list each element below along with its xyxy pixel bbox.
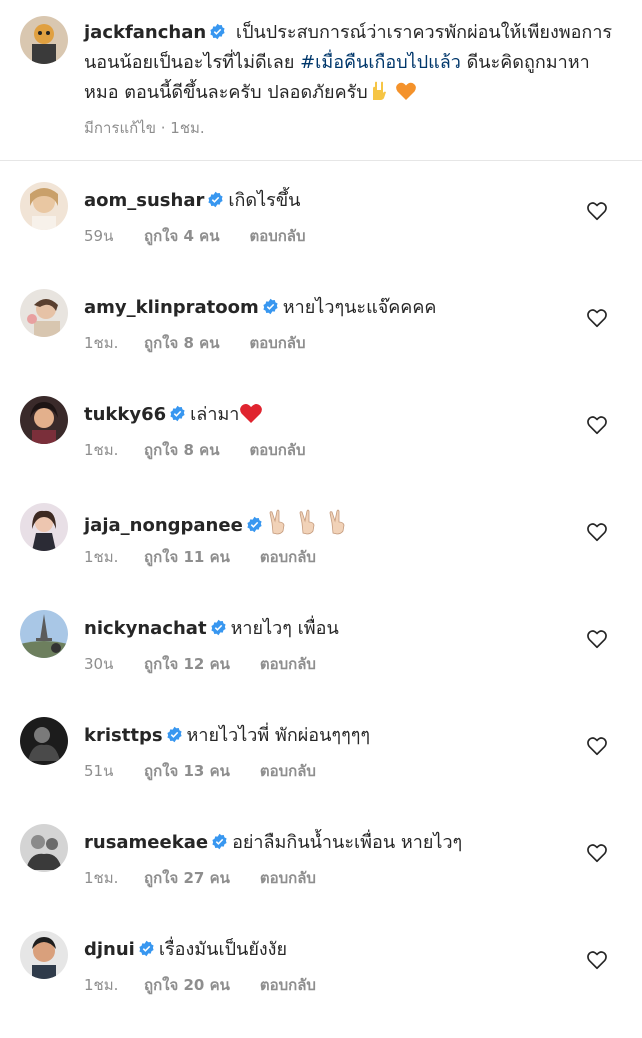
avatar[interactable] [20, 396, 68, 444]
avatar[interactable] [20, 289, 68, 337]
comment-username[interactable]: djnui [84, 939, 135, 960]
reply-button[interactable]: ตอบกลับ [249, 331, 305, 355]
comment-likes[interactable]: ถูกใจ 20 คน [144, 973, 230, 997]
comment-item: djnui เรื่องมันเป็นยังงัย 1ชม. ถูกใจ 20 คน… [0, 931, 642, 1038]
avatar[interactable] [20, 182, 68, 230]
comment-text: เล่ามา [190, 404, 240, 425]
orange-heart-icon [395, 80, 417, 112]
comment-item: tukky66 เล่ามา 1ชม. ถูกใจ 8 คน ตอบกลับ [0, 396, 642, 503]
comment-text: หายไวไวพี่ พักผ่อนๆๆๆๆ [186, 725, 371, 746]
comment-time: 1ชม. [84, 334, 119, 352]
like-heart-icon[interactable] [586, 414, 608, 436]
avatar[interactable] [20, 824, 68, 872]
caption-hashtag[interactable]: #เมื่อคืนเกือบไปแล้ว [300, 52, 461, 73]
verified-badge-icon [166, 726, 182, 743]
like-heart-icon[interactable] [586, 200, 608, 222]
reply-button[interactable]: ตอบกลับ [260, 759, 316, 783]
comment-meta: 1ชม. ถูกใจ 20 คน ตอบกลับ [84, 973, 316, 997]
comment-username[interactable]: aom_sushar [84, 190, 204, 211]
comment-meta: 1ชม. ถูกใจ 27 คน ตอบกลับ [84, 866, 316, 890]
comment-meta: 1ชม. ถูกใจ 8 คน ตอบกลับ [84, 438, 306, 462]
like-heart-icon[interactable] [586, 949, 608, 971]
comment-time: 59น [84, 227, 114, 245]
comment-time: 51น [84, 762, 114, 780]
comment-meta: 59น ถูกใจ 4 คน ตอบกลับ [84, 224, 306, 248]
comment-item: amy_klinpratoom หายไวๆนะแจ๊คคคค 1ชม. ถูกใจ… [0, 289, 642, 396]
comment-meta: 1ชม. ถูกใจ 8 คน ตอบกลับ [84, 331, 306, 355]
reply-button[interactable]: ตอบกลับ [260, 866, 316, 890]
comment-text: เรื่องมันเป็นยังงัย [158, 939, 288, 960]
comment-time: 1ชม. [84, 869, 119, 887]
comment-item: rusameekae อย่าลืมกินน้ำนะเพื่อน หายไวๆ 1… [0, 824, 642, 931]
avatar[interactable] [20, 610, 68, 658]
comment-time: 1ชม. [84, 548, 119, 566]
reply-button[interactable]: ตอบกลับ [260, 545, 316, 569]
comment-text: หายไวๆนะแจ๊คคคค [282, 297, 437, 318]
comment-likes[interactable]: ถูกใจ 8 คน [144, 331, 219, 355]
comment-item: nickynachat หายไวๆ เพื่อน 30น ถูกใจ 12 คน ต… [0, 610, 642, 717]
comment-item: jaja_nongpanee 1ชม. ถูกใจ 11 คน ตอบกลับ [0, 503, 642, 610]
comment-time: 1ชม. [84, 976, 119, 994]
comment-likes[interactable]: ถูกใจ 8 คน [144, 438, 219, 462]
avatar[interactable] [20, 717, 68, 765]
like-heart-icon[interactable] [586, 735, 608, 757]
like-heart-icon[interactable] [586, 521, 608, 543]
comment-username[interactable]: nickynachat [84, 618, 207, 639]
caption-meta: มีการแก้ไข · 1ชม. [84, 119, 205, 137]
reply-button[interactable]: ตอบกลับ [260, 652, 316, 676]
comment-likes[interactable]: ถูกใจ 13 คน [144, 759, 230, 783]
verified-badge-icon [139, 940, 154, 957]
like-heart-icon[interactable] [586, 307, 608, 329]
reply-button[interactable]: ตอบกลับ [249, 224, 305, 248]
comment-likes[interactable]: ถูกใจ 12 คน [144, 652, 230, 676]
comment-meta: 51น ถูกใจ 13 คน ตอบกลับ [84, 759, 316, 783]
avatar[interactable] [20, 931, 68, 979]
post-caption: jackfanchan เป็นประสบการณ์ว่าเราควรพักผ่… [0, 0, 642, 161]
verified-badge-icon [212, 833, 227, 850]
like-heart-icon[interactable] [586, 842, 608, 864]
comment-meta: 1ชม. ถูกใจ 11 คน ตอบกลับ [84, 545, 316, 569]
verified-badge-icon [170, 405, 185, 422]
comment-username[interactable]: rusameekae [84, 832, 208, 853]
comment-text: หายไวๆ เพื่อน [230, 618, 339, 639]
comment-text: เกิดไรขึ้น [228, 190, 301, 211]
caption-username[interactable]: jackfanchan [84, 22, 206, 43]
comment-username[interactable]: amy_klinpratoom [84, 297, 259, 318]
comment-username[interactable]: jaja_nongpanee [84, 515, 243, 536]
verified-badge-icon [263, 298, 278, 315]
red-heart-icon [239, 402, 263, 432]
avatar[interactable] [20, 16, 68, 64]
comment-time: 30น [84, 655, 114, 673]
comment-meta: 30น ถูกใจ 12 คน ตอบกลับ [84, 652, 316, 676]
comment-likes[interactable]: ถูกใจ 11 คน [144, 545, 230, 569]
comment-item: kristtps หายไวไวพี่ พักผ่อนๆๆๆๆ 51น ถูกใจ … [0, 717, 642, 824]
reply-button[interactable]: ตอบกลับ [260, 973, 316, 997]
comment-username[interactable]: kristtps [84, 725, 163, 746]
reply-button[interactable]: ตอบกลับ [249, 438, 305, 462]
comment-likes[interactable]: ถูกใจ 4 คน [144, 224, 219, 248]
verified-badge-icon [247, 516, 262, 533]
avatar[interactable] [20, 503, 68, 551]
like-heart-icon[interactable] [586, 628, 608, 650]
rock-on-hand-icon [368, 80, 390, 112]
verified-badge-icon [208, 191, 223, 208]
caption-text: jackfanchan เป็นประสบการณ์ว่าเราควรพักผ่… [84, 18, 624, 112]
comment-time: 1ชม. [84, 441, 119, 459]
comment-item: aom_sushar เกิดไรขึ้น 59น ถูกใจ 4 คน ตอบกลั… [0, 182, 642, 289]
comment-text: อย่าลืมกินน้ำนะเพื่อน หายไวๆ [232, 832, 463, 853]
comment-likes[interactable]: ถูกใจ 27 คน [144, 866, 230, 890]
verified-badge-icon [210, 619, 226, 636]
verified-badge-icon [210, 23, 225, 40]
comment-username[interactable]: tukky66 [84, 404, 166, 425]
victory-hand-icon [267, 509, 357, 543]
